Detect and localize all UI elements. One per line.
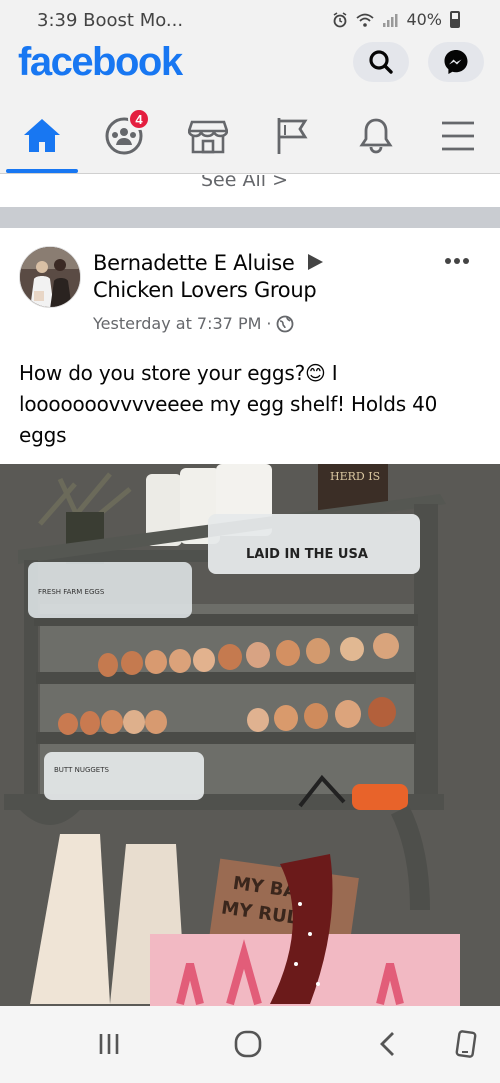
recent-apps-icon (99, 1034, 119, 1054)
tab-notifications[interactable] (354, 114, 398, 158)
post-author[interactable]: Bernadette E Aluise (93, 248, 325, 278)
app-header: facebook (0, 40, 500, 94)
wifi-icon (356, 13, 375, 27)
home-nav-button[interactable] (228, 1026, 268, 1062)
active-tab-indicator (6, 169, 78, 173)
carton-label-1: FRESH FARM EGGS (38, 588, 105, 596)
hamburger-icon (442, 121, 474, 151)
rotate-icon (455, 1030, 477, 1058)
alarm-icon (333, 11, 347, 27)
post-meta: Yesterday at 7:37 PM · (93, 314, 294, 333)
tab-groups[interactable]: 4 (102, 108, 150, 158)
tab-marketplace[interactable] (186, 114, 230, 158)
android-nav-bar (0, 1006, 500, 1083)
carton-label-2: BUTT NUGGETS (54, 766, 109, 774)
home-circle-icon (234, 1030, 262, 1058)
status-time: 3:39 Boost Mo... (37, 10, 183, 31)
carrier-text: Boost Mo... (83, 10, 184, 31)
post-more-button[interactable] (440, 250, 474, 272)
post-timestamp[interactable]: Yesterday at 7:37 PM (93, 314, 261, 333)
more-dots-icon (445, 258, 451, 264)
battery-text: 40% (406, 10, 442, 29)
avatar[interactable] (19, 246, 81, 308)
recent-apps-button[interactable] (89, 1026, 129, 1062)
facebook-logo[interactable]: facebook (18, 40, 183, 85)
status-icons: 40% (332, 10, 460, 29)
feed-separator (0, 207, 500, 228)
egg-shelf-image: HERD IS FRESH FARM EGGS LAID IN THE USA (0, 464, 500, 1006)
status-bar: 3:39 Boost Mo... 40% (0, 0, 500, 42)
carton-label-usa: LAID IN THE USA (246, 547, 368, 562)
messenger-button[interactable] (428, 42, 484, 82)
tab-pages[interactable] (270, 114, 314, 158)
messenger-icon (444, 50, 468, 74)
tab-home[interactable] (20, 114, 64, 158)
see-all-link[interactable]: See All > (201, 175, 288, 191)
battery-icon (450, 11, 460, 28)
signal-icon (383, 13, 398, 27)
see-all-strip: See All > (0, 175, 500, 207)
nav-tabs: 4 (0, 94, 500, 174)
tab-menu[interactable] (436, 114, 480, 158)
avatar-image (20, 247, 80, 307)
sign-top-text: HERD IS (330, 470, 380, 483)
more-dot (454, 258, 460, 264)
search-button[interactable] (353, 42, 409, 82)
globe-icon (277, 315, 294, 332)
marketplace-icon (188, 120, 228, 154)
author-name[interactable]: Bernadette E Aluise (93, 251, 295, 275)
meta-separator: · (266, 314, 272, 333)
post-text: How do you store your eggs?😊 I looooooov… (19, 361, 438, 447)
flag-icon (277, 118, 308, 154)
home-icon (24, 119, 60, 152)
bell-icon (359, 118, 393, 154)
arrow-right-icon (307, 254, 323, 270)
post-group[interactable]: Chicken Lovers Group (93, 278, 317, 302)
post-card: Bernadette E Aluise Chicken Lovers Group… (0, 228, 500, 1006)
clock-text: 3:39 (37, 10, 78, 31)
groups-badge: 4 (128, 108, 150, 130)
post-photo[interactable]: HERD IS FRESH FARM EGGS LAID IN THE USA (0, 464, 500, 1006)
rotate-button[interactable] (446, 1026, 486, 1062)
back-button[interactable] (368, 1026, 408, 1062)
search-icon (369, 50, 393, 74)
back-chevron-icon (380, 1032, 394, 1056)
more-dot (463, 258, 469, 264)
